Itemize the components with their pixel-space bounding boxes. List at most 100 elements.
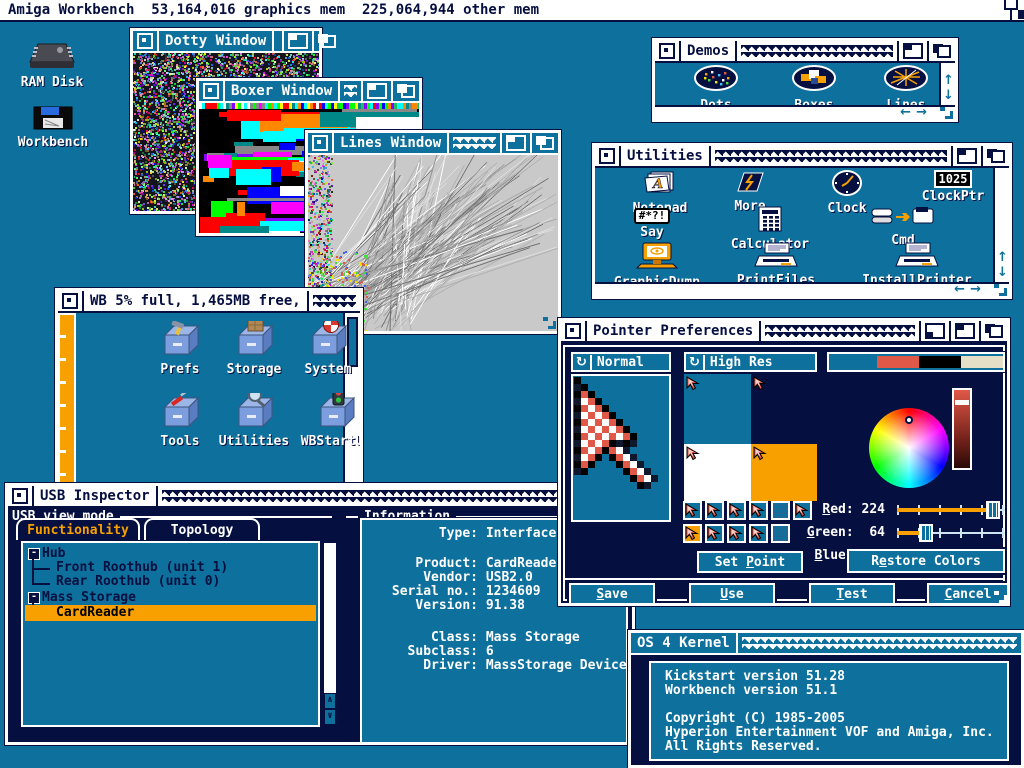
usb-device-tree[interactable]: - Hub Front Roothub (unit 1) Rear Roothu…	[21, 541, 320, 727]
boxer-drag-bar[interactable]	[340, 81, 363, 101]
utilities-size-gadget[interactable]	[994, 284, 1007, 296]
pointer-palette-thumb-4[interactable]	[749, 501, 768, 520]
utilities-depth-gadget[interactable]	[983, 146, 1009, 166]
dotty-drag-bar[interactable]	[274, 31, 284, 51]
swatch-red[interactable]	[877, 356, 919, 368]
tree-item-cardreader-selected[interactable]: CardReader	[25, 605, 316, 621]
wb-icon-utilities[interactable]: Utilities	[214, 393, 294, 449]
red-slider[interactable]	[897, 501, 1005, 519]
utilities-scroll-right-arrow[interactable]: →	[970, 284, 981, 296]
kernel-drag-bar[interactable]	[738, 633, 1021, 653]
lines-drag-bar[interactable]	[449, 133, 502, 153]
green-slider[interactable]	[897, 524, 1005, 542]
usb-scroll-down-button[interactable]: ∨	[324, 709, 336, 725]
swatch-beige[interactable]	[961, 356, 1003, 368]
utilities-zoom-gadget[interactable]	[953, 146, 983, 166]
set-point-button[interactable]: Set Point	[697, 551, 803, 573]
tab-topology[interactable]: Topology	[144, 518, 260, 540]
utilities-drag-bar[interactable]	[711, 146, 953, 166]
pointer-palette-thumb-6[interactable]	[793, 501, 812, 520]
lines-zoom-gadget[interactable]	[502, 133, 532, 153]
dotty-window-title: Dotty Window	[159, 31, 274, 51]
demos-depth-gadget[interactable]	[929, 41, 955, 61]
wb-icon-wbstartup[interactable]: WBStartUp	[296, 393, 360, 449]
tree-item-hub[interactable]: Hub	[42, 547, 65, 561]
lines-depth-gadget[interactable]	[532, 133, 558, 153]
tree-item-mass-storage[interactable]: Mass Storage	[42, 591, 136, 605]
pointer-editor[interactable]	[571, 374, 671, 522]
dotty-zoom-gadget[interactable]	[284, 31, 314, 51]
save-button[interactable]: Save	[569, 583, 655, 603]
utilities-scroll-up-arrow[interactable]: ↑	[997, 252, 1008, 264]
test-button[interactable]: Test	[809, 583, 895, 603]
demos-scroll-right-arrow[interactable]: →	[916, 107, 927, 119]
demos-scroll-down-arrow[interactable]: ↓	[943, 90, 954, 102]
wb-icon-tools[interactable]: Tools	[148, 393, 212, 449]
wb-icon-storage[interactable]: Storage	[218, 321, 290, 377]
color-swatch-strip[interactable]	[827, 352, 1005, 372]
pointer-iconify-gadget[interactable]	[921, 321, 951, 341]
pointer-depth-gadget[interactable]	[981, 321, 1007, 341]
pointer-palette-thumb-7-selected[interactable]	[683, 524, 702, 543]
pointer-zoom-gadget[interactable]	[951, 321, 981, 341]
pointer-palette-thumb-10[interactable]	[749, 524, 768, 543]
value-slider-handle[interactable]	[955, 400, 969, 405]
rights-text: All Rights Reserved.	[665, 739, 822, 754]
demos-drag-bar[interactable]	[737, 41, 899, 61]
tree-item-rear-roothub[interactable]: Rear Roothub (unit 0)	[56, 575, 220, 589]
more-icon	[734, 170, 766, 198]
desktop-icon-workbench[interactable]: Workbench	[10, 106, 96, 150]
tab-functionality[interactable]: Functionality	[16, 518, 140, 540]
highres-cycle-gadget[interactable]: ↻ High Res	[684, 352, 817, 372]
boxer-zoom-gadget[interactable]	[363, 81, 393, 101]
boxer-close-gadget[interactable]	[199, 81, 225, 101]
pointer-palette-thumb-8[interactable]	[705, 524, 724, 543]
pointer-palette-thumb-11[interactable]	[771, 524, 790, 543]
desktop-icon-ram-disk[interactable]: RAM Disk	[12, 40, 92, 90]
boxer-depth-gadget[interactable]	[393, 81, 419, 101]
utilities-icon-say[interactable]: #*?! Say	[627, 208, 677, 240]
color-wheel-marker[interactable]	[905, 416, 913, 424]
pointer-drag-bar[interactable]	[761, 321, 921, 341]
swatch-black[interactable]	[919, 356, 961, 368]
pointer-size-gadget[interactable]	[994, 591, 1007, 603]
amiga-workbench-screen: Amiga Workbench 53,164,016 graphics mem …	[0, 0, 1024, 768]
usb-close-gadget[interactable]	[8, 486, 34, 506]
utilities-scroll-down-arrow[interactable]: ↓	[997, 267, 1008, 279]
lines-close-gadget[interactable]	[308, 133, 334, 153]
pointer-palette-thumb-9[interactable]	[727, 524, 746, 543]
pointer-palette-thumb-1[interactable]	[683, 501, 702, 520]
demos-scroll-left-arrow[interactable]: ←	[900, 107, 911, 119]
mass-storage-collapse-gadget[interactable]: -	[28, 592, 40, 604]
demos-scroll-up-arrow[interactable]: ↑	[943, 75, 954, 87]
pointer-palette-thumb-2[interactable]	[705, 501, 724, 520]
wb-icon-system[interactable]: System	[296, 321, 360, 377]
lines-size-gadget[interactable]	[543, 317, 556, 329]
dotty-depth-gadget[interactable]	[314, 31, 340, 51]
pointer-close-gadget[interactable]	[561, 321, 587, 341]
tree-item-front-roothub[interactable]: Front Roothub (unit 1)	[56, 561, 228, 575]
demos-size-gadget[interactable]	[940, 107, 953, 119]
restore-colors-button[interactable]: Restore Colors	[847, 549, 1005, 573]
usb-scroll-up-button[interactable]: ∧	[324, 693, 336, 709]
normal-cycle-gadget[interactable]: ↻ Normal	[571, 352, 671, 372]
close-icon	[565, 323, 581, 339]
wb-window: WB 5% full, 1,465MB free, Prefs Storage	[55, 288, 363, 488]
hub-collapse-gadget[interactable]: -	[28, 548, 40, 560]
dotty-close-gadget[interactable]	[133, 31, 159, 51]
wb-drag-bar[interactable]	[309, 291, 360, 311]
demos-zoom-gadget[interactable]	[899, 41, 929, 61]
wb-icon-prefs[interactable]: Prefs	[148, 321, 212, 377]
value-slider[interactable]	[952, 388, 972, 470]
pointer-palette-thumb-5[interactable]	[771, 501, 790, 520]
utilities-scroll-left-arrow[interactable]: ←	[954, 284, 965, 296]
use-button[interactable]: Use	[689, 583, 775, 603]
wb-close-gadget[interactable]	[58, 291, 84, 311]
usb-tree-scrollbar[interactable]: ∧ ∨	[322, 541, 338, 727]
utilities-icon-clockptr[interactable]: 1025 ClockPtr	[913, 170, 993, 204]
ram-disk-label: RAM Disk	[21, 75, 84, 90]
demos-close-gadget[interactable]	[655, 41, 681, 61]
utilities-close-gadget[interactable]	[595, 146, 621, 166]
pointer-palette-thumb-3[interactable]	[727, 501, 746, 520]
color-wheel[interactable]	[869, 408, 949, 488]
